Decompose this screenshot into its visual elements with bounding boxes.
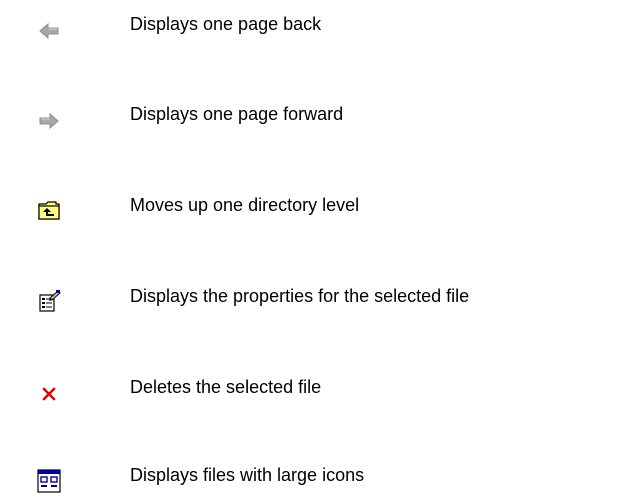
legend-row-up-level: Moves up one directory level bbox=[0, 185, 635, 225]
properties-icon bbox=[36, 288, 62, 314]
legend-description-large-icons: Displays files with large icons bbox=[130, 465, 365, 485]
legend-row-delete: Deletes the selected file bbox=[0, 367, 635, 407]
large-icons-view-icon bbox=[36, 467, 62, 493]
legend-description-forward: Displays one page forward bbox=[130, 104, 344, 124]
back-arrow-icon bbox=[36, 18, 62, 44]
forward-arrow-icon bbox=[36, 108, 62, 134]
legend-row-large-icons: Displays files with large icons bbox=[0, 455, 635, 495]
legend-row-forward: Displays one page forward bbox=[0, 94, 635, 134]
delete-icon bbox=[36, 380, 62, 406]
legend-description-back: Displays one page back bbox=[130, 14, 322, 34]
legend-row-properties: Displays the properties for the selected… bbox=[0, 276, 635, 316]
legend-description-delete: Deletes the selected file bbox=[130, 377, 322, 397]
legend-description-properties: Displays the properties for the selected… bbox=[130, 286, 470, 306]
legend-row-back: Displays one page back bbox=[0, 4, 635, 44]
legend-description-up-level: Moves up one directory level bbox=[130, 195, 360, 215]
toolbar-icon-legend: Displays one page back Displays one page… bbox=[0, 0, 635, 498]
folder-up-icon bbox=[36, 197, 62, 223]
